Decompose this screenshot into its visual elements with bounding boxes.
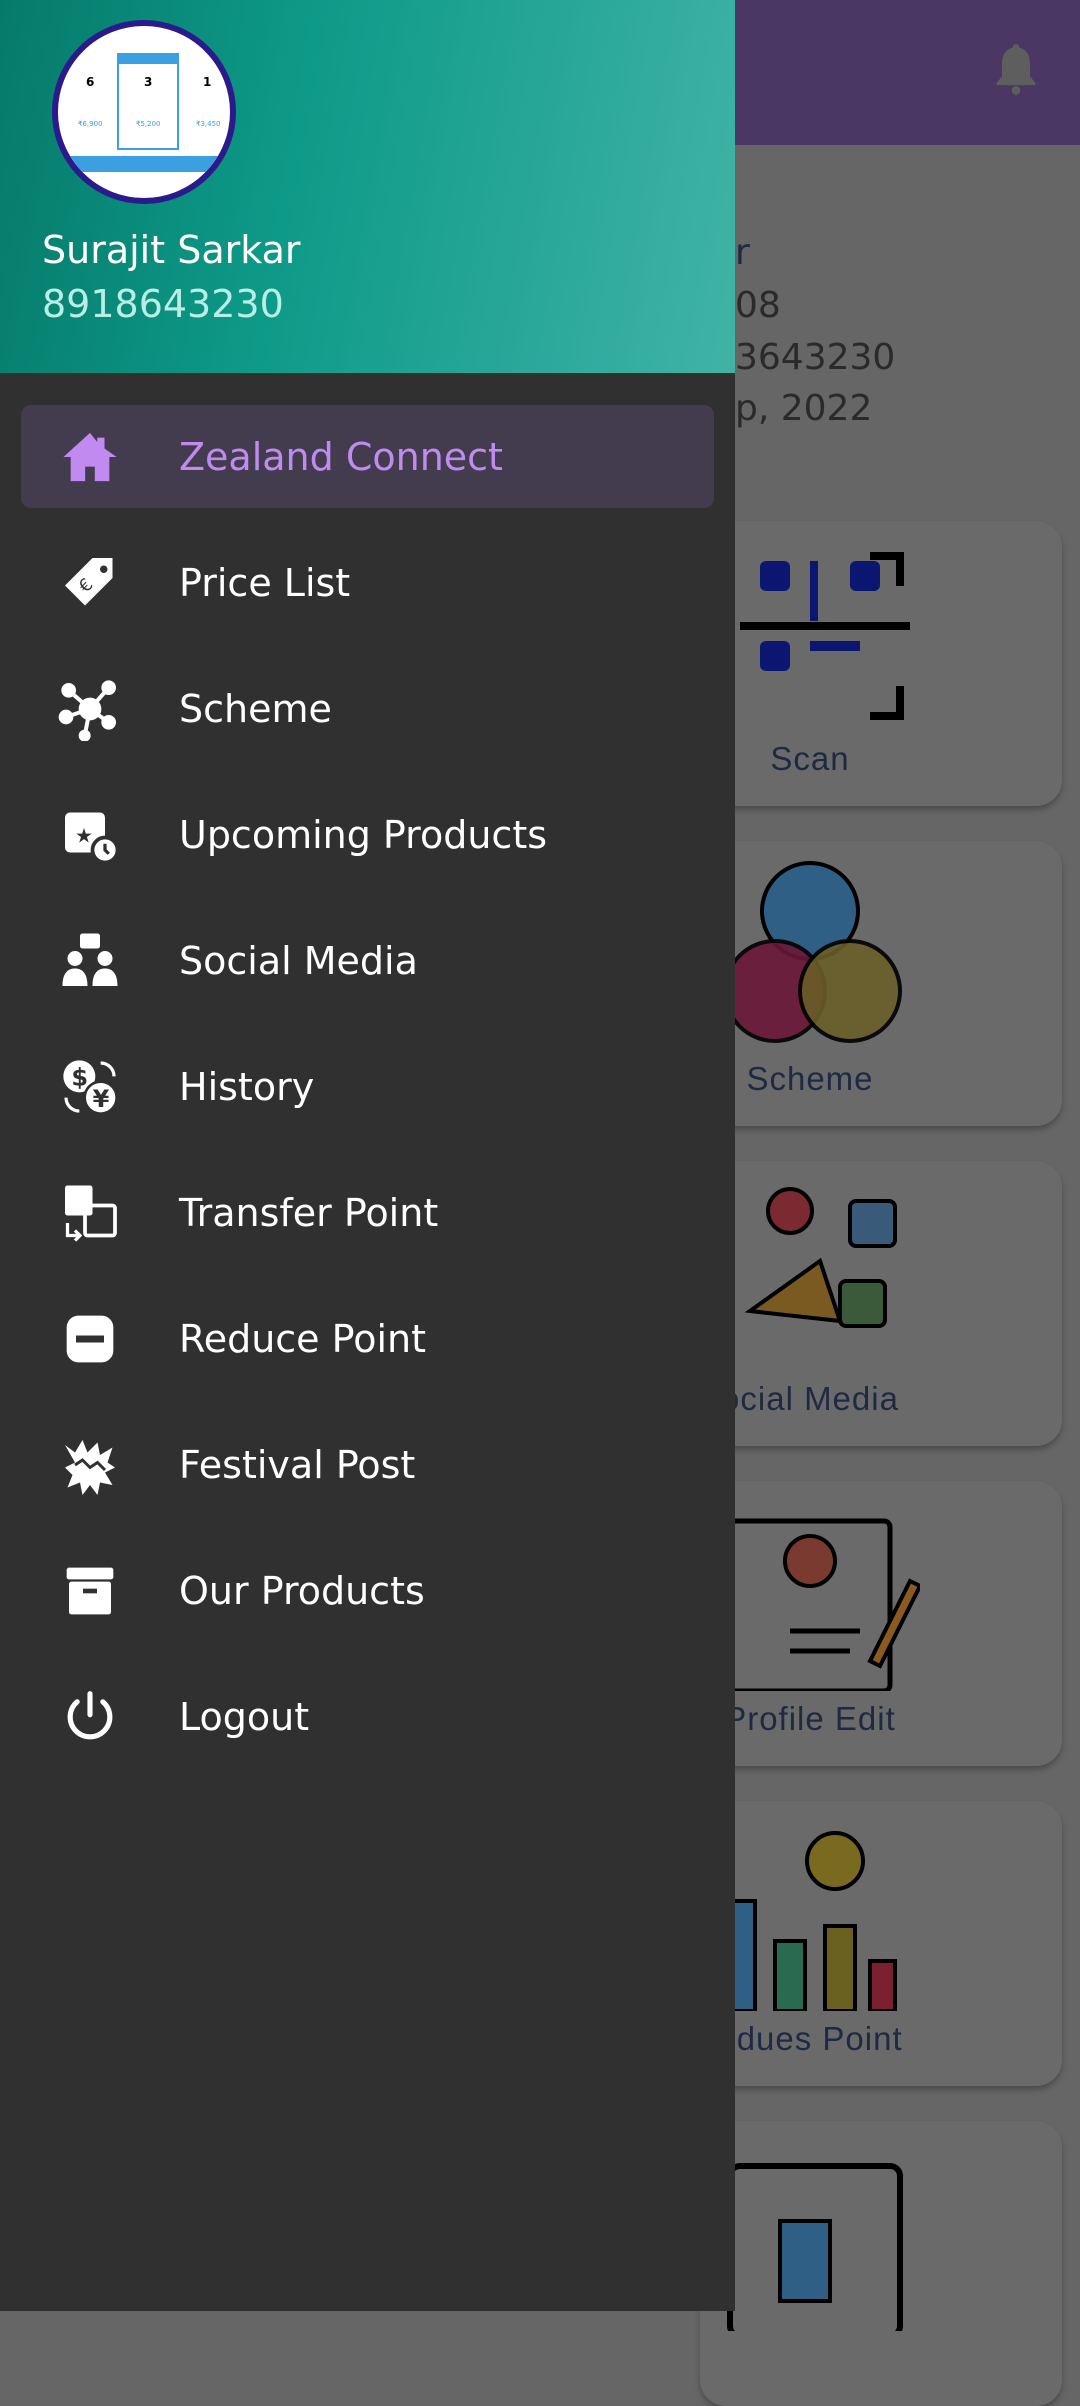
svg-text:1: 1 bbox=[203, 75, 211, 89]
menu-item-our-products[interactable]: Our Products bbox=[21, 1539, 714, 1642]
menu-item-logout[interactable]: Logout bbox=[21, 1665, 714, 1768]
reduce-point-card[interactable]: edues Point bbox=[700, 1801, 1062, 2086]
scan-card[interactable]: Scan bbox=[700, 521, 1062, 806]
menu-item-zealand-connect[interactable]: Zealand Connect bbox=[21, 405, 714, 508]
profile-text: 3643230 bbox=[735, 337, 896, 378]
menu-item-social-media[interactable]: Social Media bbox=[21, 909, 714, 1012]
price-tag-icon: € bbox=[57, 550, 123, 616]
minus-box-icon bbox=[57, 1306, 123, 1372]
user-phone: 8918643230 bbox=[42, 282, 284, 326]
subscription-image: 6 3 1 ₹6,900 ₹5,200 ₹3,450 bbox=[58, 53, 230, 172]
chart-down-icon bbox=[728, 1831, 897, 2011]
profile-edit-icon bbox=[727, 1518, 920, 1691]
menu-item-label: Upcoming Products bbox=[179, 812, 548, 857]
menu-item-price-list[interactable]: € Price List bbox=[21, 531, 714, 634]
calendar-star-icon: ★ bbox=[57, 802, 123, 868]
people-chat-icon bbox=[57, 928, 123, 994]
switch-card[interactable] bbox=[700, 2121, 1062, 2406]
menu-item-scheme[interactable]: Scheme bbox=[21, 657, 714, 760]
svg-text:₹6,900: ₹6,900 bbox=[78, 120, 103, 128]
social-media-card[interactable]: ocial Media bbox=[700, 1161, 1062, 1446]
profile-text: p, 2022 bbox=[735, 388, 873, 429]
notification-bell-icon[interactable] bbox=[990, 42, 1042, 98]
svg-text:₹5,200: ₹5,200 bbox=[136, 120, 161, 128]
menu-item-label: History bbox=[179, 1064, 315, 1109]
venn-icon bbox=[723, 861, 902, 1043]
network-icon bbox=[57, 676, 123, 742]
menu-item-label: Our Products bbox=[179, 1568, 425, 1613]
menu-item-label: Scheme bbox=[179, 686, 332, 731]
svg-text:3: 3 bbox=[144, 75, 152, 89]
avatar[interactable]: 6 3 1 ₹6,900 ₹5,200 ₹3,450 bbox=[52, 20, 236, 204]
menu-item-reduce-point[interactable]: Reduce Point bbox=[21, 1287, 714, 1390]
menu-item-transfer-point[interactable]: Transfer Point bbox=[21, 1161, 714, 1264]
menu-item-label: Price List bbox=[179, 560, 351, 605]
menu-item-festival-post[interactable]: Festival Post bbox=[21, 1413, 714, 1516]
profile-edit-card[interactable]: Profile Edit bbox=[700, 1481, 1062, 1766]
menu-item-label: Reduce Point bbox=[179, 1316, 426, 1361]
svg-text:6: 6 bbox=[86, 75, 94, 89]
power-icon bbox=[57, 1684, 123, 1750]
navigation-drawer: 6 3 1 ₹6,900 ₹5,200 ₹3,450 Surajit Sarka… bbox=[0, 0, 735, 2311]
menu-item-upcoming-products[interactable]: ★ Upcoming Products bbox=[21, 783, 714, 886]
switch-icon bbox=[727, 2163, 903, 2331]
svg-text:★: ★ bbox=[75, 823, 93, 847]
profile-text: 08 bbox=[735, 285, 781, 326]
menu-item-label: Social Media bbox=[179, 938, 418, 983]
festival-icon bbox=[57, 1432, 123, 1498]
qr-scan-icon bbox=[740, 552, 910, 720]
megaphone-icon bbox=[744, 1187, 897, 1328]
svg-text:₹3,450: ₹3,450 bbox=[196, 120, 221, 128]
menu-item-history[interactable]: $ ¥ History bbox=[21, 1035, 714, 1138]
drawer-header: 6 3 1 ₹6,900 ₹5,200 ₹3,450 Surajit Sarka… bbox=[0, 0, 735, 373]
transfer-icon bbox=[57, 1180, 123, 1246]
profile-text: r bbox=[735, 232, 750, 273]
menu-item-label: Festival Post bbox=[179, 1442, 416, 1487]
archive-icon bbox=[57, 1558, 123, 1624]
svg-text:$: $ bbox=[71, 1063, 88, 1091]
user-name: Surajit Sarkar bbox=[42, 228, 301, 272]
svg-text:¥: ¥ bbox=[93, 1085, 110, 1113]
menu-item-label: Logout bbox=[179, 1694, 310, 1739]
menu-item-label: Zealand Connect bbox=[179, 434, 503, 479]
scheme-card[interactable]: Scheme bbox=[700, 841, 1062, 1126]
currency-exchange-icon: $ ¥ bbox=[57, 1054, 123, 1120]
home-icon bbox=[57, 424, 123, 490]
menu-item-label: Transfer Point bbox=[179, 1190, 439, 1235]
